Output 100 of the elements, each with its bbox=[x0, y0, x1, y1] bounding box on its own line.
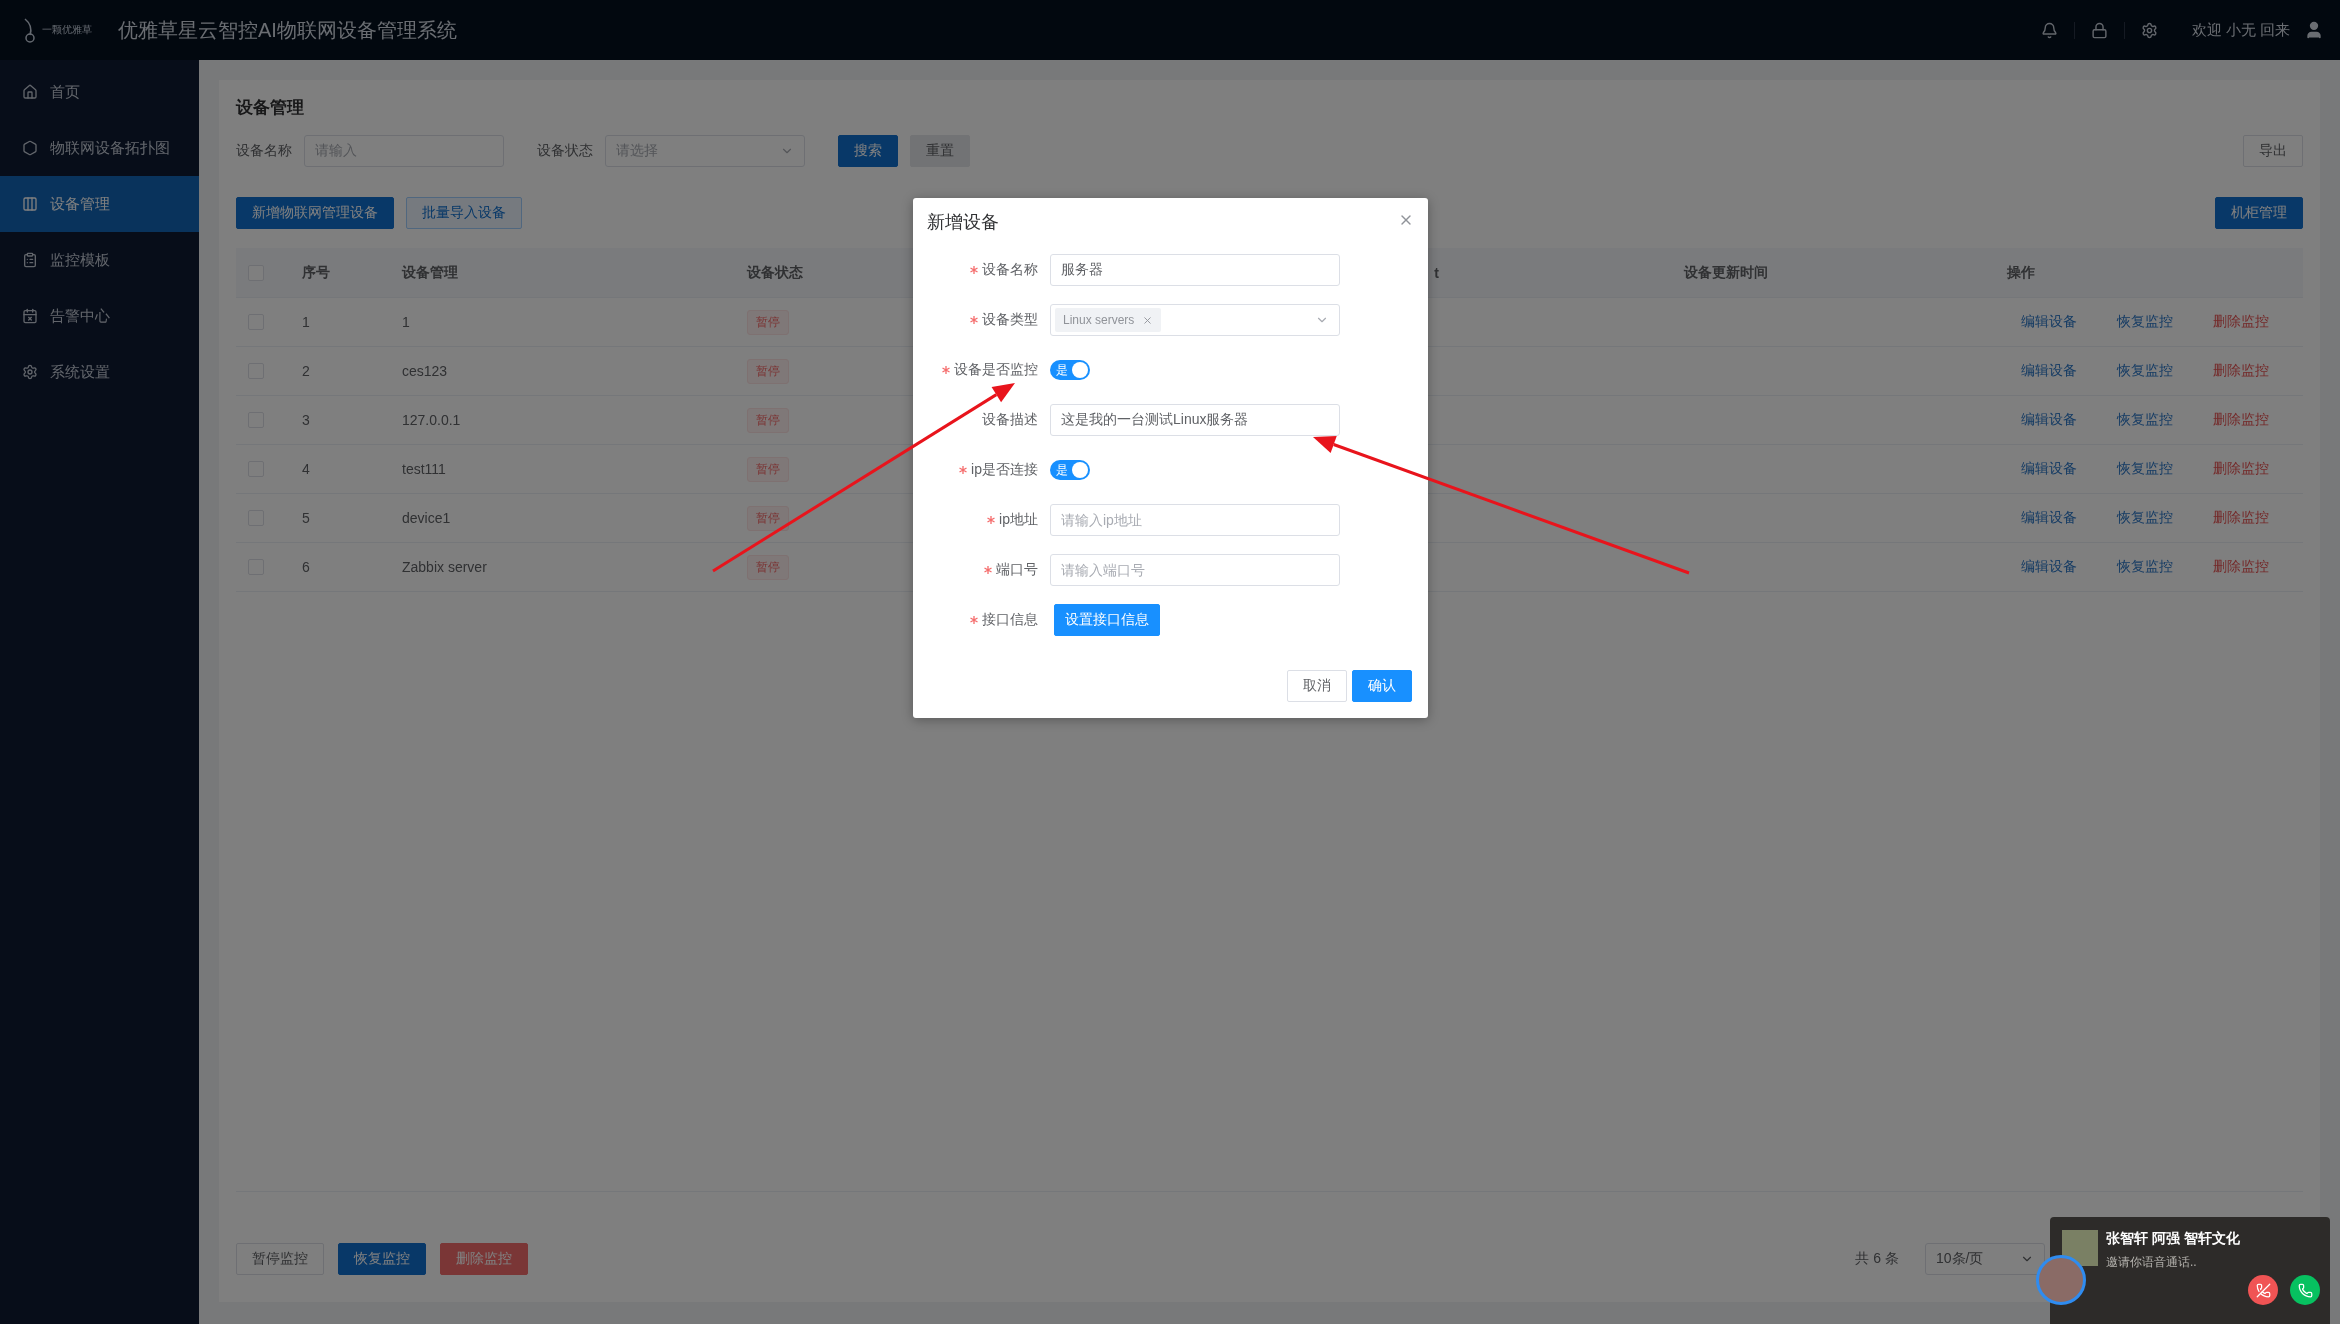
action-link[interactable]: 删除监控 bbox=[2213, 362, 2269, 380]
action-link[interactable]: 编辑设备 bbox=[2021, 460, 2077, 478]
table-cell-text: 6 bbox=[301, 559, 310, 575]
column-header: 序号 bbox=[301, 263, 330, 282]
field-label: 设备类型 bbox=[982, 311, 1038, 329]
sidebar-item[interactable]: 告警中心 bbox=[0, 288, 199, 344]
column-header: t bbox=[1433, 264, 1440, 281]
lock-icon[interactable] bbox=[2090, 21, 2108, 39]
decline-call-button[interactable] bbox=[2248, 1275, 2278, 1305]
field-label: 设备是否监控 bbox=[954, 361, 1038, 379]
required-mark-icon bbox=[970, 266, 978, 274]
bulk-action-button[interactable]: 恢复监控 bbox=[338, 1243, 426, 1275]
column-header: 设备管理 bbox=[400, 263, 458, 282]
caller-name: 张智轩 阿强 智轩文化 bbox=[2106, 1230, 2240, 1248]
field-label: ip地址 bbox=[999, 511, 1038, 529]
action-link[interactable]: 编辑设备 bbox=[2021, 509, 2077, 527]
bulk-action-button[interactable]: 暂停监控 bbox=[236, 1243, 324, 1275]
text-field[interactable]: 这是我的一台测试Linux服务器 bbox=[1050, 404, 1340, 436]
column-header: 设备状态 bbox=[745, 263, 803, 282]
settings-icon[interactable] bbox=[2140, 21, 2158, 39]
status-tag: 暂停 bbox=[747, 554, 789, 580]
table-cell-text: ces123 bbox=[401, 363, 448, 379]
set-interface-button[interactable]: 设置接口信息 bbox=[1054, 604, 1160, 636]
cancel-button[interactable]: 取消 bbox=[1287, 670, 1347, 702]
action-button[interactable]: 批量导入设备 bbox=[406, 197, 522, 229]
field-label: 端口号 bbox=[996, 561, 1038, 579]
bell-icon[interactable] bbox=[2040, 21, 2058, 39]
table-cell-text: test111 bbox=[401, 461, 446, 477]
app-title: 优雅草星云智控AI物联网设备管理系统 bbox=[118, 17, 457, 43]
phone-icon bbox=[2297, 1282, 2313, 1298]
sidebar-item[interactable]: 设备管理 bbox=[0, 176, 199, 232]
action-button[interactable]: 新增物联网管理设备 bbox=[236, 197, 394, 229]
sidebar-item[interactable]: 系统设置 bbox=[0, 344, 199, 400]
action-link[interactable]: 删除监控 bbox=[2213, 313, 2269, 331]
menu-icon bbox=[22, 252, 38, 268]
action-link[interactable]: 删除监控 bbox=[2213, 558, 2269, 576]
menu-icon bbox=[22, 364, 38, 380]
action-link[interactable]: 恢复监控 bbox=[2117, 558, 2173, 576]
photo-placeholder bbox=[2062, 1230, 2098, 1266]
required-mark-icon bbox=[984, 566, 992, 574]
toggle-switch[interactable]: 是 bbox=[1050, 460, 1090, 480]
cabinet-button[interactable]: 机柜管理 bbox=[2215, 197, 2303, 229]
action-link[interactable]: 恢复监控 bbox=[2117, 313, 2173, 331]
menu-icon bbox=[22, 196, 38, 212]
search-button[interactable]: 搜索 bbox=[838, 135, 898, 167]
field-label: 设备名称 bbox=[982, 261, 1038, 279]
logo-icon bbox=[22, 17, 38, 43]
action-link[interactable]: 编辑设备 bbox=[2021, 411, 2077, 429]
required-mark-icon bbox=[942, 366, 950, 374]
table-cell-text: 2 bbox=[301, 363, 310, 379]
dialog-title: 新增设备 bbox=[927, 210, 999, 234]
sidebar-item[interactable]: 监控模板 bbox=[0, 232, 199, 288]
sidebar-item[interactable]: 首页 bbox=[0, 64, 199, 120]
close-icon[interactable] bbox=[1142, 314, 1154, 326]
export-button[interactable]: 导出 bbox=[2243, 135, 2303, 167]
menu-icon bbox=[22, 140, 38, 156]
status-tag: 暂停 bbox=[747, 358, 789, 384]
accept-call-button[interactable] bbox=[2290, 1275, 2320, 1305]
page-title: 设备管理 bbox=[236, 97, 305, 119]
table-cell-text: Zabbix server bbox=[401, 559, 487, 575]
table-cell-text: 1 bbox=[401, 314, 410, 330]
required-mark-icon bbox=[970, 316, 978, 324]
total-count: 共 6 条 bbox=[1855, 1250, 1899, 1268]
menu-icon bbox=[22, 308, 38, 324]
column-header: 操作 bbox=[2006, 263, 2035, 282]
table-cell-text: 1 bbox=[301, 314, 310, 330]
select-field[interactable]: Linux servers bbox=[1050, 304, 1340, 336]
field-label: 接口信息 bbox=[982, 611, 1038, 629]
bulk-action-button[interactable]: 删除监控 bbox=[440, 1243, 528, 1275]
action-link[interactable]: 恢复监控 bbox=[2117, 411, 2173, 429]
status-tag: 暂停 bbox=[747, 407, 789, 433]
status-tag: 暂停 bbox=[747, 456, 789, 482]
action-link[interactable]: 删除监控 bbox=[2213, 509, 2269, 527]
action-link[interactable]: 恢复监控 bbox=[2117, 362, 2173, 380]
table-cell-text: 127.0.0.1 bbox=[401, 412, 461, 428]
column-header: 设备更新时间 bbox=[1682, 263, 1768, 282]
table-cell-text: device1 bbox=[401, 510, 451, 526]
text-field[interactable]: 服务器 bbox=[1050, 254, 1340, 286]
tag-label: Linux servers bbox=[1063, 313, 1135, 327]
action-link[interactable]: 编辑设备 bbox=[2021, 313, 2077, 331]
action-link[interactable]: 编辑设备 bbox=[2021, 362, 2077, 380]
toggle-switch[interactable]: 是 bbox=[1050, 360, 1090, 380]
required-mark-icon bbox=[959, 466, 968, 474]
text-field[interactable]: 请输入ip地址 bbox=[1050, 504, 1340, 536]
action-link[interactable]: 删除监控 bbox=[2213, 460, 2269, 478]
action-link[interactable]: 恢复监控 bbox=[2117, 460, 2173, 478]
reset-button[interactable]: 重置 bbox=[910, 135, 970, 167]
user-icon[interactable] bbox=[2304, 20, 2324, 40]
field-label: ip是否连接 bbox=[971, 461, 1038, 479]
text-field[interactable]: 请输入端口号 bbox=[1050, 554, 1340, 586]
table-cell-text: 5 bbox=[301, 510, 310, 526]
call-message: 邀请你语音通话.. bbox=[2106, 1254, 2198, 1271]
filter-label: 设备名称 bbox=[236, 142, 292, 160]
menu-icon bbox=[22, 84, 38, 100]
action-link[interactable]: 恢复监控 bbox=[2117, 509, 2173, 527]
action-link[interactable]: 编辑设备 bbox=[2021, 558, 2077, 576]
field-label: 设备描述 bbox=[982, 411, 1038, 429]
confirm-button[interactable]: 确认 bbox=[1352, 670, 1412, 702]
action-link[interactable]: 删除监控 bbox=[2213, 411, 2269, 429]
sidebar-item[interactable]: 物联网设备拓扑图 bbox=[0, 120, 199, 176]
